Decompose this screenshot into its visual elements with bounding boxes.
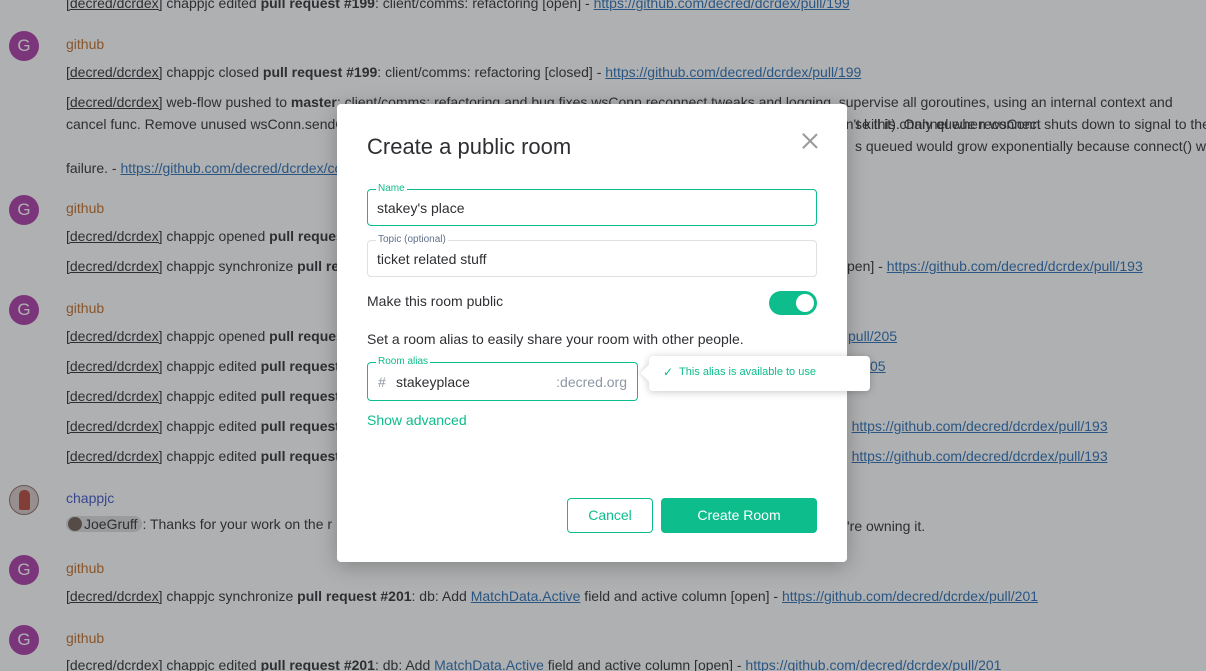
room-name-input[interactable]: stakey's place xyxy=(377,200,465,216)
tooltip-arrow xyxy=(640,364,658,382)
toggle-knob xyxy=(796,294,814,312)
close-icon[interactable] xyxy=(800,131,820,151)
public-toggle[interactable] xyxy=(769,291,817,315)
room-topic-label: Topic (optional) xyxy=(376,234,448,245)
alias-description: Set a room alias to easily share your ro… xyxy=(367,331,744,347)
room-alias-label: Room alias xyxy=(376,356,431,367)
dialog-title: Create a public room xyxy=(367,134,572,159)
alias-available-tooltip: ✓ This alias is available to use xyxy=(640,356,870,391)
room-alias-input[interactable]: stakeyplace xyxy=(396,374,470,390)
alias-prefix: # xyxy=(378,374,386,390)
room-name-field[interactable]: Name stakey's place xyxy=(367,183,817,226)
tooltip-text: This alias is available to use xyxy=(679,366,816,378)
create-room-dialog: Create a public room Name stakey's place… xyxy=(337,104,870,562)
show-advanced-link[interactable]: Show advanced xyxy=(367,412,467,428)
room-name-label: Name xyxy=(376,183,407,194)
cancel-button[interactable]: Cancel xyxy=(567,498,653,533)
check-icon: ✓ xyxy=(663,365,674,379)
public-toggle-label: Make this room public xyxy=(367,293,504,309)
room-alias-field[interactable]: Room alias # stakeyplace :decred.org xyxy=(367,356,638,401)
room-topic-input[interactable]: ticket related stuff xyxy=(377,251,486,267)
room-topic-field[interactable]: Topic (optional) ticket related stuff xyxy=(367,234,817,277)
create-room-button[interactable]: Create Room xyxy=(661,498,817,533)
alias-domain-suffix: :decred.org xyxy=(556,374,627,390)
